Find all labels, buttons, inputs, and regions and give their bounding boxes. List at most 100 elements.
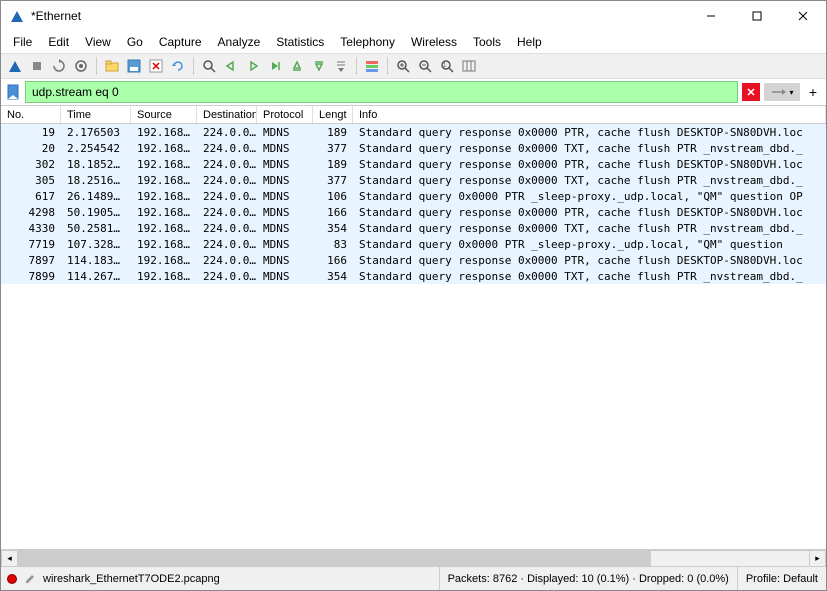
cell-destination: 224.0.0… (197, 174, 257, 187)
table-row[interactable]: 429850.1905…192.168…224.0.0…MDNS166Stand… (1, 204, 826, 220)
table-row[interactable]: 202.254542192.168…224.0.0…MDNS377Standar… (1, 140, 826, 156)
table-row[interactable]: 433050.2581…192.168…224.0.0…MDNS354Stand… (1, 220, 826, 236)
menu-statistics[interactable]: Statistics (268, 33, 332, 51)
filter-clear-button[interactable]: ✕ (742, 83, 760, 101)
cell-length: 166 (313, 206, 353, 219)
menu-view[interactable]: View (77, 33, 119, 51)
cell-source: 192.168… (131, 126, 197, 139)
column-header-source[interactable]: Source (131, 106, 197, 123)
cell-info: Standard query response 0x0000 TXT, cach… (353, 222, 826, 235)
status-file: wireshark_EthernetT7ODE2.pcapng (43, 573, 220, 585)
cell-destination: 224.0.0… (197, 238, 257, 251)
maximize-button[interactable] (734, 1, 780, 31)
go-back-icon[interactable] (221, 56, 241, 76)
filter-apply-button[interactable]: ▾ (764, 83, 800, 101)
scroll-track[interactable] (18, 550, 809, 567)
cell-time: 107.328… (61, 238, 131, 251)
open-file-icon[interactable] (102, 56, 122, 76)
cell-source: 192.168… (131, 206, 197, 219)
cell-length: 354 (313, 270, 353, 283)
menu-edit[interactable]: Edit (40, 33, 77, 51)
table-row[interactable]: 30218.1852…192.168…224.0.0…MDNS189Standa… (1, 156, 826, 172)
status-profile[interactable]: Profile: Default (737, 567, 826, 590)
filter-add-button[interactable]: + (804, 83, 822, 101)
cell-source: 192.168… (131, 238, 197, 251)
cell-no: 7897 (1, 254, 61, 267)
column-header-protocol[interactable]: Protocol (257, 106, 313, 123)
cell-protocol: MDNS (257, 142, 313, 155)
window-title: *Ethernet (31, 9, 688, 23)
packet-rows[interactable]: 192.176503192.168…224.0.0…MDNS189Standar… (1, 124, 826, 549)
table-row[interactable]: 192.176503192.168…224.0.0…MDNS189Standar… (1, 124, 826, 140)
cell-length: 106 (313, 190, 353, 203)
toolbar-separator (387, 57, 388, 75)
scroll-left-icon[interactable]: ◂ (1, 550, 18, 567)
menu-wireless[interactable]: Wireless (403, 33, 465, 51)
reload-file-icon[interactable] (168, 56, 188, 76)
expert-info-icon[interactable] (7, 574, 17, 584)
cell-no: 7719 (1, 238, 61, 251)
svg-text:1: 1 (443, 63, 447, 69)
column-header-length[interactable]: Lengt (313, 106, 353, 123)
toolbar-separator (356, 57, 357, 75)
column-header-time[interactable]: Time (61, 106, 131, 123)
scroll-right-icon[interactable]: ▸ (809, 550, 826, 567)
cell-protocol: MDNS (257, 174, 313, 187)
cell-time: 18.2516… (61, 174, 131, 187)
cell-time: 50.2581… (61, 222, 131, 235)
table-row[interactable]: 7897114.183…192.168…224.0.0…MDNS166Stand… (1, 252, 826, 268)
toolbar-separator (96, 57, 97, 75)
resize-columns-icon[interactable] (459, 56, 479, 76)
cell-time: 26.1489… (61, 190, 131, 203)
column-header-no[interactable]: No. (1, 106, 61, 123)
go-forward-icon[interactable] (243, 56, 263, 76)
close-button[interactable] (780, 1, 826, 31)
column-header-info[interactable]: Info (353, 106, 826, 123)
table-row[interactable]: 7899114.267…192.168…224.0.0…MDNS354Stand… (1, 268, 826, 284)
menu-help[interactable]: Help (509, 33, 550, 51)
cell-destination: 224.0.0… (197, 206, 257, 219)
cell-protocol: MDNS (257, 254, 313, 267)
zoom-reset-icon[interactable]: 1 (437, 56, 457, 76)
menu-telephony[interactable]: Telephony (332, 33, 403, 51)
column-header-destination[interactable]: Destination (197, 106, 257, 123)
stop-capture-icon[interactable] (27, 56, 47, 76)
cell-no: 19 (1, 126, 61, 139)
cell-source: 192.168… (131, 270, 197, 283)
table-row[interactable]: 7719107.328…192.168…224.0.0…MDNS83Standa… (1, 236, 826, 252)
minimize-button[interactable] (688, 1, 734, 31)
auto-scroll-icon[interactable] (331, 56, 351, 76)
save-file-icon[interactable] (124, 56, 144, 76)
menu-analyze[interactable]: Analyze (210, 33, 269, 51)
filter-bookmark-icon[interactable] (5, 81, 21, 103)
capture-options-icon[interactable] (71, 56, 91, 76)
cell-length: 354 (313, 222, 353, 235)
start-capture-icon[interactable] (5, 56, 25, 76)
cell-info: Standard query response 0x0000 PTR, cach… (353, 254, 826, 267)
menu-go[interactable]: Go (119, 33, 151, 51)
restart-capture-icon[interactable] (49, 56, 69, 76)
menu-tools[interactable]: Tools (465, 33, 509, 51)
find-packet-icon[interactable] (199, 56, 219, 76)
zoom-in-icon[interactable] (393, 56, 413, 76)
table-row[interactable]: 30518.2516…192.168…224.0.0…MDNS377Standa… (1, 172, 826, 188)
cell-protocol: MDNS (257, 206, 313, 219)
horizontal-scrollbar[interactable]: ◂ ▸ (1, 549, 826, 566)
title-bar: *Ethernet (1, 1, 826, 31)
close-file-icon[interactable] (146, 56, 166, 76)
display-filter-input[interactable] (25, 81, 738, 103)
edit-capture-comment-icon[interactable] (23, 572, 37, 586)
go-first-icon[interactable] (287, 56, 307, 76)
scroll-thumb[interactable] (18, 551, 651, 566)
filter-bar: ✕ ▾ + (1, 79, 826, 105)
go-to-packet-icon[interactable] (265, 56, 285, 76)
cell-no: 7899 (1, 270, 61, 283)
menu-capture[interactable]: Capture (151, 33, 210, 51)
cell-info: Standard query response 0x0000 PTR, cach… (353, 126, 826, 139)
go-last-icon[interactable] (309, 56, 329, 76)
table-row[interactable]: 61726.1489…192.168…224.0.0…MDNS106Standa… (1, 188, 826, 204)
zoom-out-icon[interactable] (415, 56, 435, 76)
cell-source: 192.168… (131, 158, 197, 171)
colorize-icon[interactable] (362, 56, 382, 76)
menu-file[interactable]: File (5, 33, 40, 51)
